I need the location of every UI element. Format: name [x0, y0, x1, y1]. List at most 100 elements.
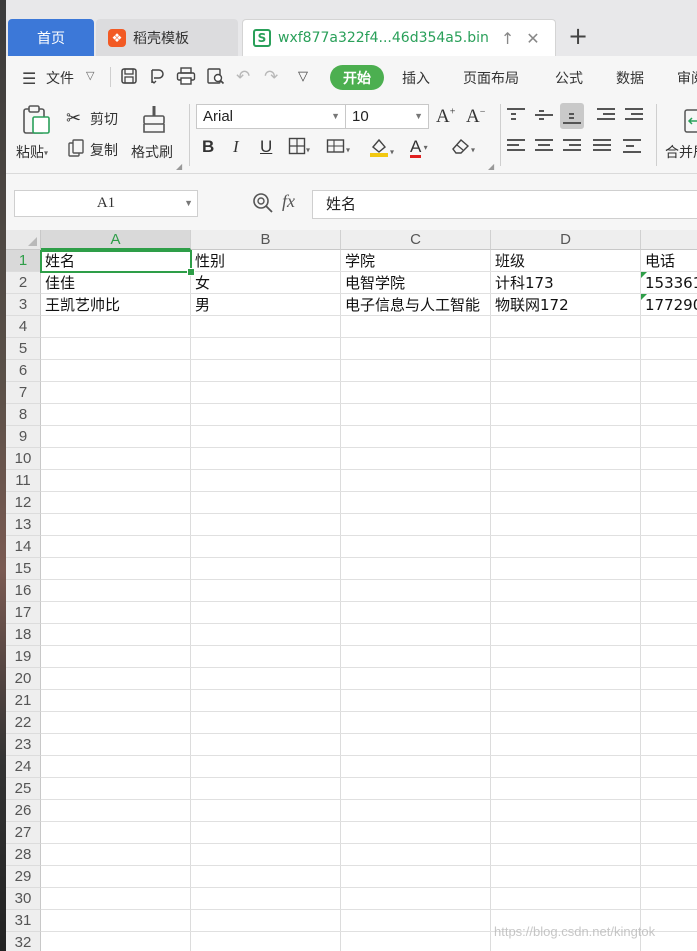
print-icon[interactable]	[176, 67, 196, 90]
row-header[interactable]: 14	[6, 536, 41, 558]
ribbon-tab-formula[interactable]: 公式	[555, 68, 583, 88]
row-header[interactable]: 23	[6, 734, 41, 756]
table-cell[interactable]: 王凯艺帅比	[41, 294, 190, 316]
copy-button[interactable]: 复制	[90, 140, 118, 160]
fill-color-button[interactable]: ▾	[368, 137, 394, 162]
zoom-search-icon[interactable]	[252, 192, 274, 219]
save-icon[interactable]	[120, 67, 138, 90]
select-all-corner[interactable]	[6, 230, 41, 250]
font-size-select[interactable]: 10 ▼	[345, 104, 429, 129]
align-center-button[interactable]	[532, 136, 556, 156]
ribbon-tab-page-layout[interactable]: 页面布局	[463, 68, 519, 88]
table-cell[interactable]: 电话	[641, 250, 697, 272]
row-header[interactable]: 4	[6, 316, 41, 338]
fill-handle[interactable]	[187, 268, 195, 276]
table-cell[interactable]: 班级	[491, 250, 640, 272]
row-header[interactable]: 8	[6, 404, 41, 426]
row-header[interactable]: 30	[6, 888, 41, 910]
name-box[interactable]: A1 ▼	[14, 190, 198, 217]
underline-button[interactable]: U	[260, 137, 272, 157]
cut-button[interactable]: 剪切	[90, 109, 118, 129]
insert-function-fx-icon[interactable]: fx	[282, 191, 295, 212]
decrease-font-size-icon[interactable]: A−	[466, 106, 485, 128]
column-header[interactable]: D	[491, 230, 641, 250]
row-header[interactable]: 5	[6, 338, 41, 360]
table-cell[interactable]: 物联网172	[491, 294, 640, 316]
hamburger-menu-icon[interactable]: ☰	[22, 69, 36, 88]
formula-input[interactable]: 姓名	[312, 190, 697, 219]
increase-indent-button[interactable]	[622, 105, 646, 125]
customize-toolbar-icon[interactable]: ▽	[298, 69, 308, 84]
row-header[interactable]: 25	[6, 778, 41, 800]
spreadsheet-grid[interactable]: A B C D 1 2 3 4 5 6 7 8 9 10 11 12 13 14 15 16 17 18 19 20 21 22 2…	[6, 230, 697, 951]
row-header[interactable]: 29	[6, 866, 41, 888]
table-cell[interactable]: 佳佳	[41, 272, 190, 294]
ribbon-tab-start[interactable]: 开始	[330, 65, 384, 90]
undo-icon[interactable]: ↶	[236, 67, 250, 87]
row-header[interactable]: 31	[6, 910, 41, 932]
cell-style-button[interactable]: ▾	[326, 137, 350, 160]
tab-daoke-templates[interactable]: ❖ 稻壳模板	[96, 19, 238, 56]
tab-home[interactable]: 首页	[8, 19, 94, 56]
row-header[interactable]: 17	[6, 602, 41, 624]
row-header[interactable]: 22	[6, 712, 41, 734]
column-header[interactable]	[641, 230, 697, 250]
align-middle-button[interactable]	[532, 105, 556, 125]
row-header[interactable]: 10	[6, 448, 41, 470]
table-cell[interactable]: 177290	[641, 294, 697, 316]
font-color-button[interactable]: A ▾	[410, 137, 428, 158]
paste-button[interactable]: 粘贴▾	[16, 142, 48, 162]
active-cell-selection[interactable]	[40, 250, 192, 273]
row-header[interactable]: 27	[6, 822, 41, 844]
format-painter-button[interactable]: 格式刷	[131, 142, 173, 162]
table-cell[interactable]: 电子信息与人工智能	[341, 294, 490, 316]
align-right-button[interactable]	[560, 136, 584, 156]
borders-button[interactable]: ▾	[288, 137, 310, 160]
row-header[interactable]: 20	[6, 668, 41, 690]
ribbon-tab-data[interactable]: 数据	[616, 68, 644, 88]
font-name-select[interactable]: Arial ▼	[196, 104, 346, 129]
print-preview-icon[interactable]	[206, 67, 226, 90]
merge-center-button[interactable]: 合并居中	[665, 142, 697, 162]
row-header[interactable]: 16	[6, 580, 41, 602]
row-header[interactable]: 26	[6, 800, 41, 822]
row-header[interactable]: 6	[6, 360, 41, 382]
italic-button[interactable]: I	[233, 137, 239, 157]
redo-icon[interactable]: ↷	[264, 67, 278, 87]
row-header[interactable]: 1	[6, 250, 41, 272]
table-cell[interactable]: 男	[191, 294, 340, 316]
tab-spreadsheet-file[interactable]: S wxf877a322f4...46d354a5.bin ↑ ✕	[242, 19, 556, 56]
row-header[interactable]: 28	[6, 844, 41, 866]
paste-icon[interactable]	[20, 104, 52, 140]
table-cell[interactable]: 电智学院	[341, 272, 490, 294]
clipboard-group-expander[interactable]: ◢	[176, 162, 182, 171]
align-top-button[interactable]	[504, 105, 528, 125]
column-header[interactable]: C	[341, 230, 491, 250]
close-tab-icon[interactable]: ✕	[526, 29, 539, 48]
table-cell[interactable]: 153361	[641, 272, 697, 294]
new-tab-plus-icon[interactable]: +	[568, 22, 588, 50]
row-header[interactable]: 15	[6, 558, 41, 580]
upload-icon[interactable]: ↑	[501, 29, 514, 48]
row-header[interactable]: 19	[6, 646, 41, 668]
row-header[interactable]: 13	[6, 514, 41, 536]
decrease-indent-button[interactable]	[594, 105, 618, 125]
bold-button[interactable]: B	[202, 137, 214, 157]
clear-format-eraser-icon[interactable]: ▾	[451, 137, 475, 160]
font-group-expander[interactable]: ◢	[488, 162, 494, 171]
distributed-align-button[interactable]	[620, 136, 644, 156]
ribbon-tab-insert[interactable]: 插入	[402, 68, 430, 88]
menu-file[interactable]: 文件	[46, 68, 74, 88]
row-header[interactable]: 21	[6, 690, 41, 712]
column-header[interactable]: A	[41, 230, 191, 250]
row-header[interactable]: 12	[6, 492, 41, 514]
row-header[interactable]: 32	[6, 932, 41, 951]
number-as-text-warning-icon[interactable]	[641, 272, 647, 278]
row-header[interactable]: 9	[6, 426, 41, 448]
export-icon[interactable]	[148, 67, 166, 90]
number-as-text-warning-icon[interactable]	[641, 294, 647, 300]
row-header[interactable]: 18	[6, 624, 41, 646]
table-cell[interactable]: 性别	[191, 250, 340, 272]
increase-font-size-icon[interactable]: A+	[436, 106, 455, 128]
row-header[interactable]: 2	[6, 272, 41, 294]
